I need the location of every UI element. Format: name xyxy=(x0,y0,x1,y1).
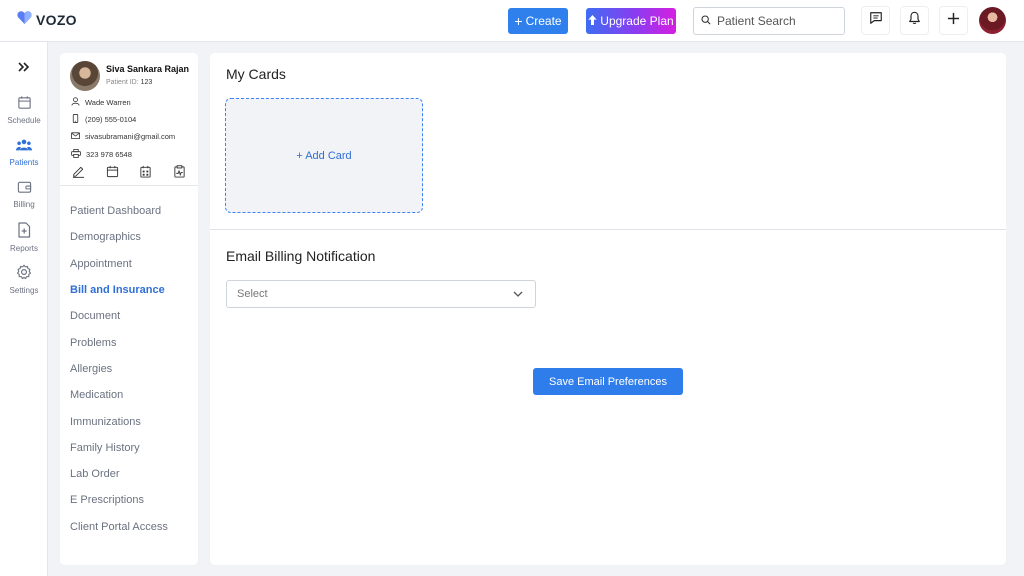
provider-name: Wade Warren xyxy=(85,98,131,107)
upgrade-plan-button[interactable]: Upgrade Plan xyxy=(586,8,676,34)
main-content: My Cards + Add Card Email Billing Notifi… xyxy=(210,53,1006,565)
billing-calendar-icon[interactable] xyxy=(139,165,152,183)
medical-record-icon[interactable] xyxy=(173,165,186,183)
patient-avatar xyxy=(70,61,100,91)
menu-item-lab-order[interactable]: Lab Order xyxy=(70,461,195,487)
menu-item-allergies[interactable]: Allergies xyxy=(70,356,195,382)
section-divider xyxy=(210,229,1006,230)
nav-item-settings[interactable]: Settings xyxy=(0,264,48,295)
nav-label: Reports xyxy=(9,244,38,253)
top-bar: VOZO + Create Upgrade Plan xyxy=(0,0,1024,42)
phone-number: (209) 555-0104 xyxy=(85,115,137,124)
user-icon xyxy=(71,97,80,108)
left-nav: Schedule Patients Billing Reports Settin… xyxy=(0,42,48,576)
nav-item-billing[interactable]: Billing xyxy=(0,180,48,209)
save-email-preferences-button[interactable]: Save Email Preferences xyxy=(533,368,683,395)
divider xyxy=(60,185,198,186)
nav-label: Billing xyxy=(13,200,35,209)
menu-item-patient-dashboard[interactable]: Patient Dashboard xyxy=(70,198,195,224)
patient-phone: (209) 555-0104 xyxy=(71,114,136,125)
email-billing-title: Email Billing Notification xyxy=(226,248,376,264)
edit-icon[interactable] xyxy=(72,165,85,183)
nav-label: Settings xyxy=(9,286,39,295)
bell-icon xyxy=(908,11,921,30)
nav-label: Patients xyxy=(9,158,39,167)
gear-icon xyxy=(16,264,32,285)
save-label: Save Email Preferences xyxy=(549,375,667,388)
menu-item-family-history[interactable]: Family History xyxy=(70,435,195,461)
search-icon xyxy=(701,12,711,30)
chevron-down-icon xyxy=(513,288,523,300)
logo[interactable]: VOZO xyxy=(17,11,77,29)
menu-item-demographics[interactable]: Demographics xyxy=(70,224,195,250)
patient-search-input[interactable] xyxy=(717,14,837,28)
nav-item-patients[interactable]: Patients xyxy=(0,138,48,167)
menu-item-e-prescriptions[interactable]: E Prescriptions xyxy=(70,487,195,513)
patient-id-row: Patient ID: 123 xyxy=(106,79,152,86)
menu-item-problems[interactable]: Problems xyxy=(70,329,195,355)
upgrade-label: Upgrade Plan xyxy=(600,14,674,28)
patient-provider: Wade Warren xyxy=(71,97,131,108)
select-placeholder: Select xyxy=(237,288,268,300)
plus-icon: + xyxy=(514,13,523,29)
add-card-button[interactable]: + Add Card xyxy=(225,98,423,213)
patients-icon xyxy=(16,138,32,157)
mail-icon xyxy=(71,131,80,142)
messages-button[interactable] xyxy=(862,7,889,34)
nav-item-schedule[interactable]: Schedule xyxy=(0,95,48,125)
double-chevron-right-icon xyxy=(18,59,30,77)
patient-panel: Siva Sankara Rajan Patient ID: 123 Wade … xyxy=(60,53,198,565)
patient-id-label: Patient ID: xyxy=(106,79,139,86)
my-cards-title: My Cards xyxy=(226,66,286,82)
patient-search[interactable] xyxy=(693,7,845,35)
fax-number: 323 978 6548 xyxy=(86,150,132,159)
menu-item-appointment[interactable]: Appointment xyxy=(70,251,195,277)
patient-email: sivasubramani@gmail.com xyxy=(71,131,175,142)
user-avatar[interactable] xyxy=(979,7,1006,34)
expand-nav-button[interactable] xyxy=(14,60,34,76)
nav-label: Schedule xyxy=(7,116,41,125)
report-icon xyxy=(17,222,31,243)
patient-actions xyxy=(72,165,186,183)
patient-menu: Patient Dashboard Demographics Appointme… xyxy=(70,198,195,540)
add-button[interactable] xyxy=(940,7,967,34)
email-address[interactable]: sivasubramani@gmail.com xyxy=(85,132,175,141)
create-label: Create xyxy=(525,14,562,28)
notifications-button[interactable] xyxy=(901,7,928,34)
nav-item-reports[interactable]: Reports xyxy=(0,222,48,253)
arrow-up-icon xyxy=(588,14,597,28)
calendar-icon xyxy=(17,95,32,115)
patient-id-value: 123 xyxy=(140,79,153,86)
patient-name: Siva Sankara Rajan xyxy=(106,64,190,74)
heart-logo-icon xyxy=(17,11,32,29)
create-button[interactable]: + Create xyxy=(508,8,568,34)
printer-icon xyxy=(71,149,81,160)
menu-item-bill-and-insurance[interactable]: Bill and Insurance xyxy=(70,277,195,303)
menu-item-document[interactable]: Document xyxy=(70,303,195,329)
plus-icon xyxy=(947,12,960,30)
phone-icon xyxy=(71,114,80,125)
patient-fax: 323 978 6548 xyxy=(71,149,132,160)
email-notification-select[interactable]: Select xyxy=(226,280,536,308)
calendar-icon[interactable] xyxy=(106,165,119,183)
menu-item-medication[interactable]: Medication xyxy=(70,382,195,408)
add-card-label: + Add Card xyxy=(296,149,352,162)
message-icon xyxy=(869,11,883,30)
menu-item-immunizations[interactable]: Immunizations xyxy=(70,408,195,434)
wallet-icon xyxy=(17,180,32,199)
logo-text: VOZO xyxy=(36,12,77,28)
menu-item-client-portal-access[interactable]: Client Portal Access xyxy=(70,514,195,540)
